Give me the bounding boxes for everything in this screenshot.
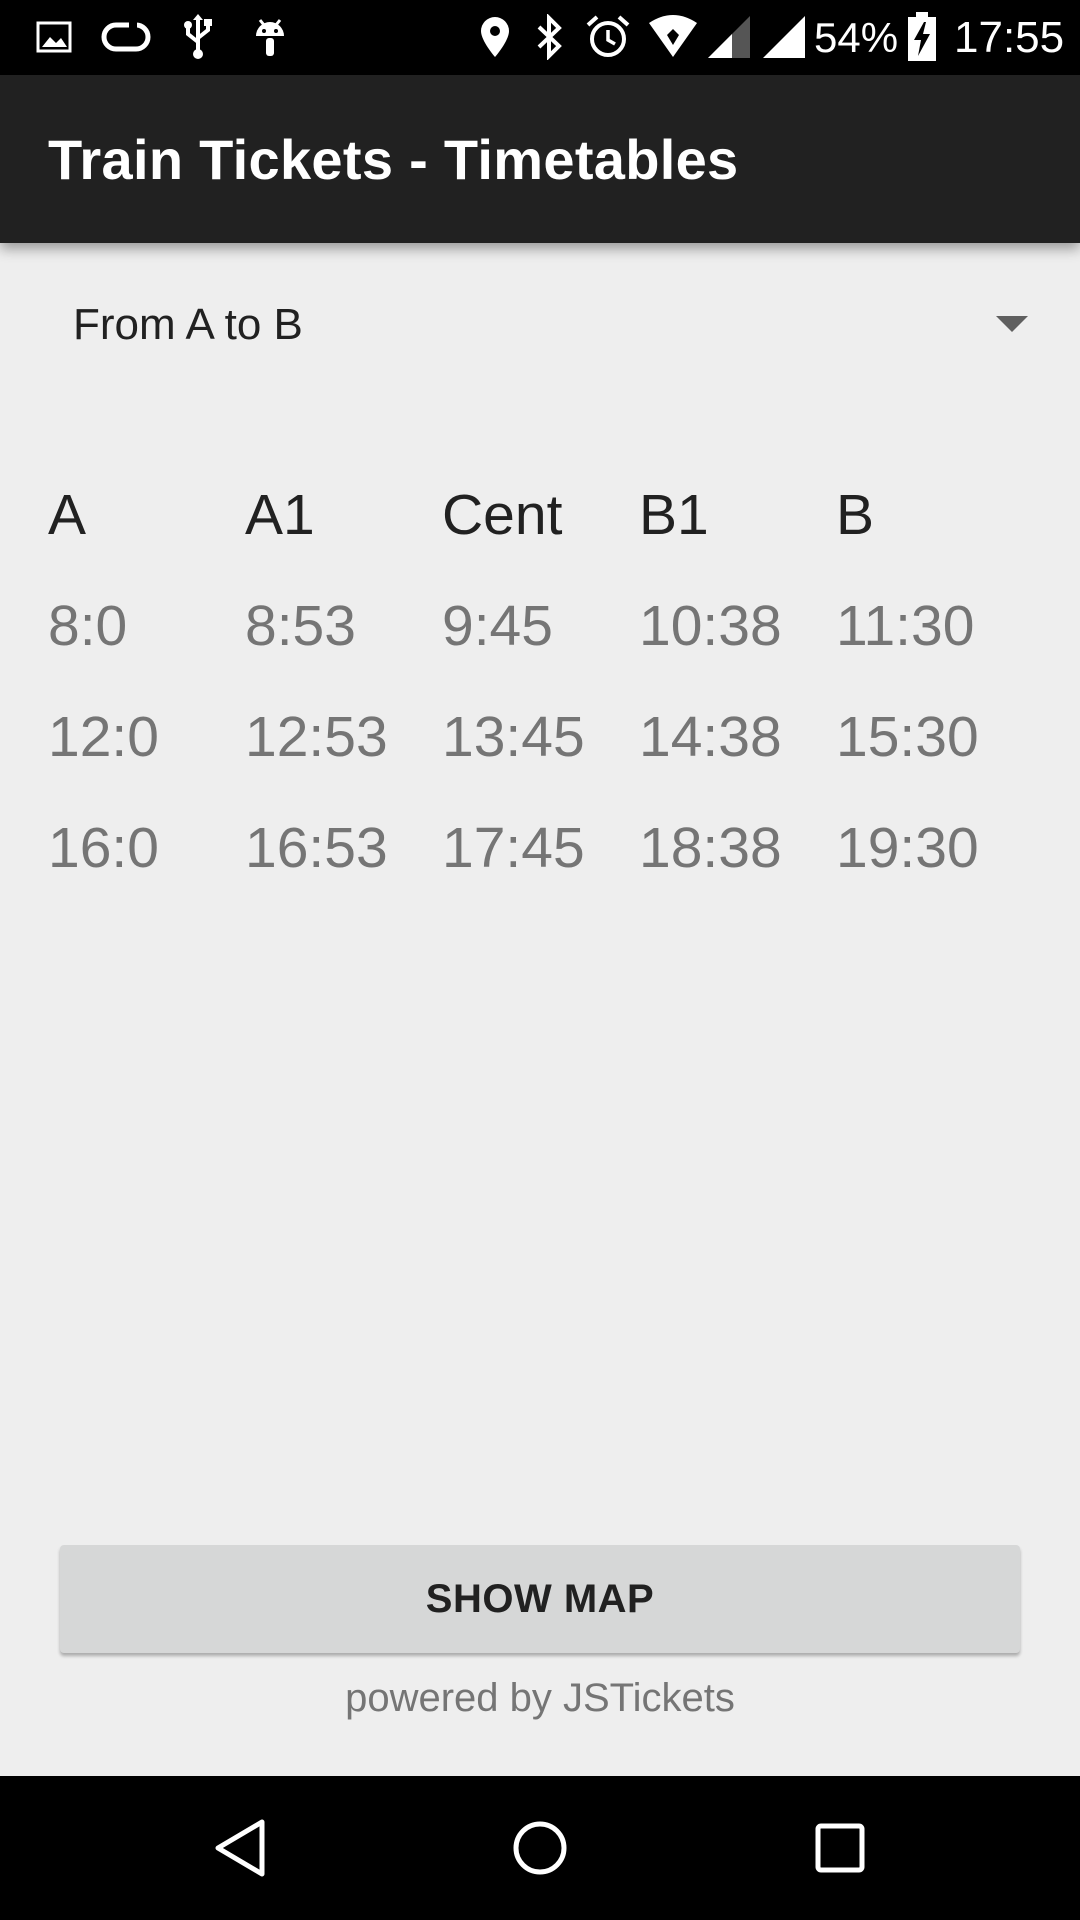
time-cell: 10:38	[639, 594, 782, 658]
time-cell: 18:38	[639, 816, 782, 880]
signal-icon	[706, 10, 752, 64]
status-bar: 54% 17:55	[0, 0, 1080, 75]
dropdown-arrow-icon	[996, 316, 1028, 332]
time-cell: 9:45	[442, 594, 553, 658]
app-title: Train Tickets - Timetables	[48, 128, 739, 191]
timetable: A A1 Cent B1 B 8:0 8:53 9:45 10:38 11:30…	[48, 470, 1028, 914]
sync-loop-icon	[100, 10, 152, 64]
image-icon	[34, 10, 74, 64]
time-cell: 8:0	[48, 594, 128, 658]
time-cell: 8:53	[245, 594, 356, 658]
home-icon[interactable]	[500, 1808, 580, 1888]
timetable-row: 12:0 12:53 13:45 14:38 15:30	[48, 692, 1028, 803]
time-cell: 14:38	[639, 705, 782, 769]
navigation-bar	[0, 1776, 1080, 1920]
station-header: B	[836, 483, 875, 547]
time-cell: 11:30	[836, 594, 975, 658]
recents-icon[interactable]	[800, 1808, 880, 1888]
android-icon	[250, 10, 290, 64]
app-bar: Train Tickets - Timetables	[0, 75, 1080, 243]
alarm-icon	[584, 10, 632, 64]
battery-percent: 54%	[814, 14, 899, 61]
show-map-button[interactable]: SHOW MAP	[60, 1545, 1020, 1653]
wifi-icon	[646, 10, 700, 64]
timetable-row: 16:0 16:53 17:45 18:38 19:30	[48, 803, 1028, 914]
route-spinner-value: From A to B	[73, 300, 303, 349]
station-header: Cent	[442, 483, 563, 547]
signal-icon	[760, 10, 808, 64]
battery-charging-icon	[904, 10, 940, 64]
location-pin-icon	[478, 10, 512, 64]
time-cell: 12:53	[245, 705, 388, 769]
bluetooth-icon	[532, 10, 566, 64]
time-cell: 13:45	[442, 705, 585, 769]
powered-by-text: powered by JSTickets	[345, 1676, 735, 1720]
time-cell: 19:30	[836, 816, 979, 880]
timetable-row: 8:0 8:53 9:45 10:38 11:30	[48, 581, 1028, 692]
back-icon[interactable]	[200, 1808, 280, 1888]
station-header: A	[48, 483, 87, 547]
time-cell: 15:30	[836, 705, 979, 769]
station-header: A1	[245, 483, 315, 547]
time-cell: 12:0	[48, 705, 159, 769]
route-spinner[interactable]: From A to B	[48, 268, 1028, 388]
screen: 54% 17:55 Train Tickets - Timetables Fro…	[0, 0, 1080, 1920]
time-cell: 16:0	[48, 816, 159, 880]
timetable-header-row: A A1 Cent B1 B	[48, 470, 1028, 581]
usb-icon	[180, 10, 216, 64]
time-cell: 16:53	[245, 816, 388, 880]
status-clock: 17:55	[954, 13, 1065, 62]
time-cell: 17:45	[442, 816, 585, 880]
station-header: B1	[639, 483, 709, 547]
